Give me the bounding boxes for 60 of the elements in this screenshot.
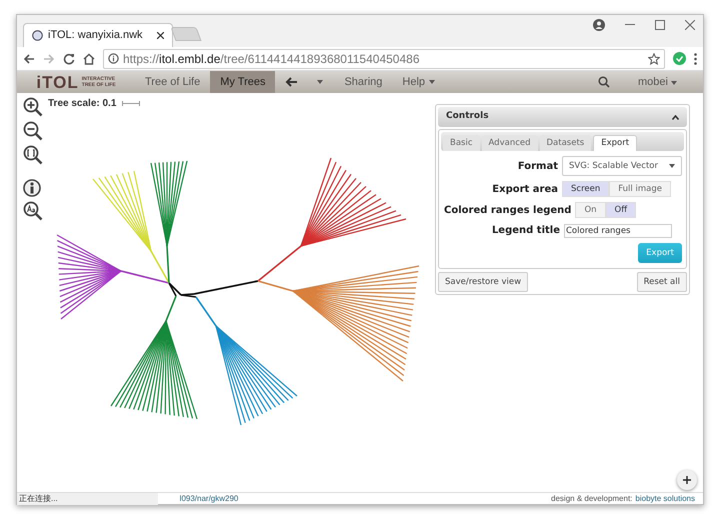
bookmark-star-icon[interactable] xyxy=(648,52,660,64)
account-icon[interactable] xyxy=(593,19,605,31)
credit-link[interactable]: biobyte solutions xyxy=(635,492,695,504)
address-field[interactable]: https://itol.embl.de/tree/61144144189368011540450486 xyxy=(103,48,665,68)
browser-tab[interactable]: iTOL: wanyixia.nwk xyxy=(23,23,173,47)
article-link[interactable]: l093/nar/gkw290 xyxy=(180,492,238,504)
close-icon[interactable] xyxy=(685,20,695,30)
caret-icon xyxy=(317,80,324,84)
toggle-option[interactable]: Full image xyxy=(609,181,671,197)
panel-tab[interactable]: Basic xyxy=(443,135,480,151)
collapse-caret-icon[interactable] xyxy=(672,114,679,120)
caret-icon xyxy=(429,80,436,84)
close-tab-icon[interactable] xyxy=(157,32,164,39)
info-icon xyxy=(108,53,119,64)
toggle-option[interactable]: Screen xyxy=(562,181,610,197)
font-size-icon[interactable] xyxy=(23,201,43,221)
caret-icon xyxy=(669,164,675,168)
format-label: Format xyxy=(518,160,558,174)
search-icon[interactable] xyxy=(598,76,610,88)
legend-label: Colored ranges legend xyxy=(444,204,572,218)
plus-icon xyxy=(683,476,691,484)
toggle-option[interactable]: On xyxy=(575,202,606,218)
scale-bar-icon xyxy=(122,101,140,106)
globe-icon xyxy=(32,30,43,41)
back-icon[interactable] xyxy=(23,52,35,64)
nav-menu[interactable]: Help xyxy=(392,71,446,93)
minimize-icon[interactable] xyxy=(625,24,635,26)
zoom-in-icon[interactable] xyxy=(23,97,43,117)
export-area-label: Export area xyxy=(492,182,558,196)
nav-link[interactable]: Tree of Life xyxy=(135,71,210,93)
save-restore-button[interactable]: Save/restore view xyxy=(438,272,528,292)
tab-title: iTOL: wanyixia.nwk xyxy=(48,28,144,44)
legend-title-label: Legend title xyxy=(492,224,560,238)
panel-tab[interactable]: Datasets xyxy=(540,135,592,151)
format-dropdown[interactable]: SVG: Scalable Vector xyxy=(562,156,682,176)
nav-link[interactable]: Sharing xyxy=(334,71,392,93)
info-icon[interactable] xyxy=(23,179,41,197)
zoom-fit-icon[interactable] xyxy=(23,145,43,165)
more-options-icon[interactable] xyxy=(694,52,697,64)
reload-icon[interactable] xyxy=(63,52,75,64)
panel-title: Controls xyxy=(446,110,489,124)
reset-all-button[interactable]: Reset all xyxy=(636,272,687,292)
left-arrow-icon xyxy=(285,77,298,87)
status-text: 正在连接... xyxy=(17,492,158,504)
extension-icon[interactable] xyxy=(673,52,686,65)
zoom-out-icon[interactable] xyxy=(23,121,43,141)
nav-link[interactable]: My Trees xyxy=(210,71,276,93)
credit-text: design & development: xyxy=(551,492,632,504)
home-icon[interactable] xyxy=(83,52,95,64)
panel-tab[interactable]: Export xyxy=(593,135,638,151)
panel-tab[interactable]: Advanced xyxy=(482,135,538,151)
url-text: https://itol.embl.de/tree/61144144189368011540450486 xyxy=(123,50,420,68)
user-menu[interactable]: mobei xyxy=(638,74,677,90)
logo-text: iTOL xyxy=(36,74,79,90)
maximize-icon[interactable] xyxy=(655,20,665,30)
toggle-option[interactable]: Off xyxy=(606,202,636,218)
tree-scale-label: Tree scale: 0.1 xyxy=(48,97,116,111)
expand-button[interactable] xyxy=(677,470,697,490)
caret-icon xyxy=(671,80,677,85)
legend-title-field[interactable]: Colored ranges xyxy=(564,224,672,238)
